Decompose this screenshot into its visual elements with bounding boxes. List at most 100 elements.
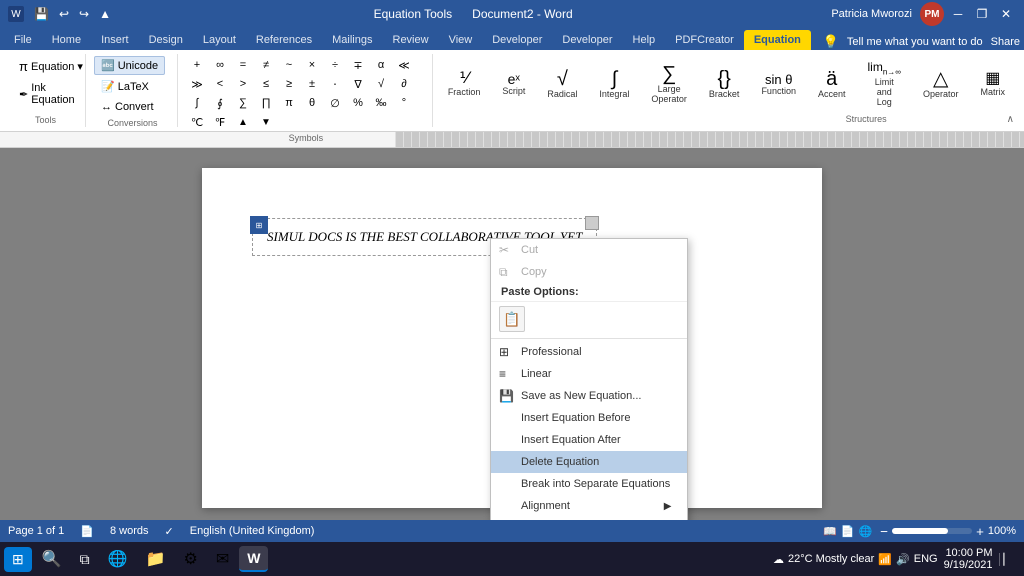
function-btn[interactable]: sin θ Function <box>752 69 805 100</box>
ctx-insert-before[interactable]: Insert Equation Before <box>491 407 687 429</box>
tab-view[interactable]: View <box>439 30 483 50</box>
sym-leq[interactable]: ≤ <box>255 75 277 93</box>
minimize-button[interactable]: ─ <box>948 4 968 24</box>
tab-layout[interactable]: Layout <box>193 30 246 50</box>
sym-degree[interactable]: ° <box>393 94 415 112</box>
sym-cel[interactable]: ℃ <box>186 113 208 131</box>
tab-file[interactable]: File <box>4 30 42 50</box>
sym-div[interactable]: ÷ <box>324 56 346 74</box>
sym-sqrt[interactable]: √ <box>370 75 392 93</box>
undo-button[interactable]: ↩ <box>55 5 73 23</box>
sym-pct[interactable]: % <box>347 94 369 112</box>
show-desktop-btn[interactable]: ▏ <box>999 553 1012 566</box>
ctx-save-new-equation[interactable]: 💾 Save as New Equation... <box>491 385 687 407</box>
print-view-btn[interactable]: 📄 <box>841 525 855 538</box>
operator-btn[interactable]: △ Operator <box>914 65 968 103</box>
accent-btn[interactable]: ä Accent <box>809 65 855 103</box>
ink-equation-btn[interactable]: ✒ Ink Equation <box>12 79 82 109</box>
matrix-btn[interactable]: ▦ Matrix <box>972 67 1015 101</box>
sym-gteq[interactable]: > <box>232 75 254 93</box>
tab-help[interactable]: Help <box>623 30 666 50</box>
radical-btn[interactable]: √ Radical <box>538 65 586 103</box>
share-label[interactable]: Share <box>991 36 1020 48</box>
unicode-btn[interactable]: 🔤 Unicode <box>94 56 165 75</box>
sym-geq[interactable]: ≥ <box>278 75 300 93</box>
sym-neq[interactable]: ≠ <box>255 56 277 74</box>
sym-theta[interactable]: θ <box>301 94 323 112</box>
zoom-slider[interactable] <box>892 528 972 534</box>
sym-gt[interactable]: ≫ <box>186 75 208 93</box>
paste-icon-btn[interactable]: 📋 <box>499 306 525 332</box>
tab-design[interactable]: Design <box>139 30 193 50</box>
start-button[interactable]: ⊞ <box>4 547 32 572</box>
tab-references[interactable]: References <box>246 30 322 50</box>
tab-mailings[interactable]: Mailings <box>322 30 382 50</box>
chrome-button[interactable]: ⚙ <box>176 545 206 573</box>
sym-int[interactable]: ∫ <box>186 94 208 112</box>
save-button[interactable]: 💾 <box>30 5 53 23</box>
sym-nabla[interactable]: ∇ <box>347 75 369 93</box>
sym-fahr[interactable]: ℉ <box>209 113 231 131</box>
word-taskbar-button[interactable]: W <box>239 546 268 572</box>
tab-developer2[interactable]: Developer <box>552 30 622 50</box>
tab-pdfcreator[interactable]: PDFCreator <box>665 30 744 50</box>
zoom-in-button[interactable]: + <box>976 524 984 539</box>
sym-arrow-up[interactable]: ▲ <box>232 113 254 131</box>
sym-colon[interactable]: ∓ <box>347 56 369 74</box>
sym-phi[interactable]: ∅ <box>324 94 346 112</box>
task-view-button[interactable]: ⧉ <box>72 547 98 572</box>
script-btn[interactable]: eˣ Script <box>493 68 534 100</box>
convert-btn[interactable]: ↔ Convert <box>94 98 161 116</box>
tab-home[interactable]: Home <box>42 30 91 50</box>
tab-insert[interactable]: Insert <box>91 30 139 50</box>
large-operator-btn[interactable]: ∑ LargeOperator <box>642 60 696 108</box>
ctx-insert-after[interactable]: Insert Equation After <box>491 429 687 451</box>
sym-perm[interactable]: ‰ <box>370 94 392 112</box>
sym-plus[interactable]: + <box>186 56 208 74</box>
ctx-linear[interactable]: ≡ Linear <box>491 363 687 385</box>
sym-inf[interactable]: ∞ <box>209 56 231 74</box>
equation-dropdown-btn[interactable]: π Equation ▾ <box>12 56 90 77</box>
close-button[interactable]: ✕ <box>996 4 1016 24</box>
limit-log-btn[interactable]: limn→∞ Limit andLog <box>858 57 909 110</box>
sym-oint[interactable]: ∮ <box>209 94 231 112</box>
sym-pi[interactable]: π <box>278 94 300 112</box>
sym-arrow-dn[interactable]: ▼ <box>255 113 277 131</box>
sym-lteq[interactable]: < <box>209 75 231 93</box>
read-view-btn[interactable]: 📖 <box>823 525 837 538</box>
ctx-copy[interactable]: ⧉ Copy <box>491 261 687 283</box>
structures-collapse-btn[interactable]: ∧ <box>1007 114 1014 125</box>
explorer-button[interactable]: 📁 <box>138 545 174 573</box>
sym-partial[interactable]: ∂ <box>393 75 415 93</box>
customize-qa-button[interactable]: ▲ <box>95 5 115 23</box>
sym-prod[interactable]: ∏ <box>255 94 277 112</box>
equation-handle[interactable]: ⊞ <box>250 216 268 234</box>
mail-button[interactable]: ✉ <box>208 545 237 573</box>
ctx-cut[interactable]: ✂ Cut <box>491 239 687 261</box>
tab-review[interactable]: Review <box>383 30 439 50</box>
bracket-btn[interactable]: {} Bracket <box>700 65 749 103</box>
ctx-break-separate[interactable]: Break into Separate Equations <box>491 473 687 495</box>
sym-sum[interactable]: ∑ <box>232 94 254 112</box>
zoom-out-button[interactable]: − <box>880 524 888 539</box>
sym-cdot[interactable]: ⋅ <box>324 75 346 93</box>
fraction-btn[interactable]: ⅟ Fraction <box>439 67 490 101</box>
ctx-delete-equation[interactable]: Delete Equation <box>491 451 687 473</box>
sym-eq[interactable]: = <box>232 56 254 74</box>
integral-btn[interactable]: ∫ Integral <box>590 65 638 103</box>
ctx-professional[interactable]: ⊞ Professional <box>491 341 687 363</box>
sym-lt[interactable]: ≪ <box>393 56 415 74</box>
sym-times[interactable]: × <box>301 56 323 74</box>
redo-button[interactable]: ↪ <box>75 5 93 23</box>
tab-developer[interactable]: Developer <box>482 30 552 50</box>
web-view-btn[interactable]: 🌐 <box>859 525 873 538</box>
sym-pm[interactable]: ± <box>301 75 323 93</box>
edge-button[interactable]: 🌐 <box>100 545 136 573</box>
latex-btn[interactable]: 📝 LaTeX <box>94 77 156 96</box>
sym-approx[interactable]: ~ <box>278 56 300 74</box>
ctx-alignment[interactable]: Alignment ▶ <box>491 495 687 517</box>
ctx-expand-page[interactable]: Expand to Page/Column Width <box>491 517 687 520</box>
search-button[interactable]: 🔍 <box>34 545 70 573</box>
tab-equation[interactable]: Equation <box>744 30 811 50</box>
equation-resize-handle[interactable] <box>585 216 599 230</box>
